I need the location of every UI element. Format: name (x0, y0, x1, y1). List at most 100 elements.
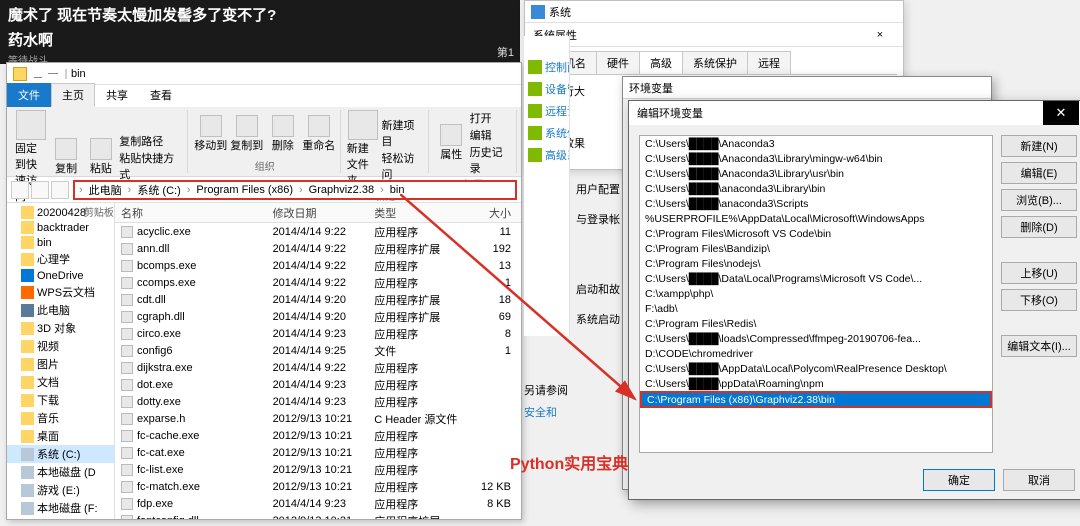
edit-text-button[interactable]: 编辑文本(I)... (1001, 335, 1077, 357)
nav-tree[interactable]: 20200428backtraderbin心理学OneDriveWPS云文档此电… (7, 203, 115, 519)
file-menu-tab[interactable]: 文件 (7, 83, 51, 107)
file-row[interactable]: dotty.exe2014/4/14 9:23应用程序 (115, 393, 521, 410)
tree-item[interactable]: 下载 (7, 391, 114, 409)
tree-item[interactable]: 3D 对象 (7, 319, 114, 337)
path-entry[interactable]: C:\Program Files (x86)\Graphviz2.38\bin (640, 391, 992, 408)
tree-item[interactable]: 游戏 (E:) (7, 481, 114, 499)
tree-item[interactable]: 本地磁盘 (D (7, 463, 114, 481)
path-entry[interactable]: C:\Users\████\Anaconda3 (640, 136, 992, 151)
cancel-button[interactable]: 取消 (1003, 469, 1075, 491)
breadcrumb-seg[interactable]: bin (386, 183, 409, 197)
explorer-titlebar[interactable]: bin (7, 63, 521, 85)
nav-up-button[interactable] (51, 181, 69, 199)
history-button[interactable]: 历史记录 (470, 144, 512, 176)
paste-shortcut-button[interactable]: 粘贴快捷方式 (119, 150, 183, 182)
file-row[interactable]: bcomps.exe2014/4/14 9:22应用程序13 (115, 257, 521, 274)
tree-item[interactable]: 图片 (7, 355, 114, 373)
tree-item[interactable]: 20200428 (7, 205, 114, 220)
address-bar-highlighted[interactable]: › 此电脑› 系统 (C:)› Program Files (x86)› Gra… (73, 180, 517, 200)
move-up-button[interactable]: 上移(U) (1001, 262, 1077, 284)
cp-sidebar-item[interactable]: 高级系 (524, 144, 569, 166)
edit-button[interactable]: 编辑(E) (1001, 162, 1077, 184)
file-row[interactable]: dijkstra.exe2014/4/14 9:22应用程序 (115, 359, 521, 376)
file-row[interactable]: fontconfig.dll2012/9/13 10:21应用程序扩展 (115, 512, 521, 519)
edit-env-titlebar[interactable]: 编辑环境变量 ✕ (629, 101, 1080, 125)
system-window-header[interactable]: 系统 (525, 1, 903, 23)
file-row[interactable]: fc-cat.exe2012/9/13 10:21应用程序 (115, 444, 521, 461)
path-entry[interactable]: C:\Program Files\nodejs\ (640, 256, 992, 271)
breadcrumb-seg[interactable]: Graphviz2.38 (305, 183, 378, 197)
tree-item[interactable]: 本地磁盘 ( (7, 517, 114, 519)
list-header[interactable]: 名称 修改日期 类型 大小 (115, 203, 521, 223)
path-entry[interactable]: C:\Users\████\AppData\Local\Polycom\Real… (640, 361, 992, 376)
delete-button[interactable]: 删除 (266, 115, 300, 153)
path-entry[interactable]: C:\Users\████\anaconda3\Library\bin (640, 181, 992, 196)
tree-item[interactable]: backtrader (7, 220, 114, 235)
copy-button[interactable]: 复制 (50, 138, 83, 176)
file-row[interactable]: fc-list.exe2012/9/13 10:21应用程序 (115, 461, 521, 478)
file-row[interactable]: cdt.dll2014/4/14 9:20应用程序扩展18 (115, 291, 521, 308)
edit-button[interactable]: 编辑 (470, 127, 512, 143)
path-entry[interactable]: %USERPROFILE%\AppData\Local\Microsoft\Wi… (640, 211, 992, 226)
breadcrumb-seg[interactable]: 系统 (C:) (133, 181, 184, 199)
file-row[interactable]: config62014/4/14 9:25文件1 (115, 342, 521, 359)
tree-item[interactable]: bin (7, 235, 114, 250)
sysprop-titlebar[interactable]: 系统属性× (525, 23, 903, 47)
tab-remote[interactable]: 远程 (747, 51, 791, 74)
path-entry[interactable]: C:\Program Files\Microsoft VS Code\bin (640, 226, 992, 241)
tree-item[interactable]: 系统 (C:) (7, 445, 114, 463)
file-row[interactable]: cgraph.dll2014/4/14 9:20应用程序扩展69 (115, 308, 521, 325)
cp-sidebar-item[interactable]: 控制面 (524, 56, 569, 78)
tree-item[interactable]: 文档 (7, 373, 114, 391)
tree-item[interactable]: 心理学 (7, 250, 114, 268)
tab-sysprotect[interactable]: 系统保护 (682, 51, 748, 74)
tree-item[interactable]: WPS云文档 (7, 283, 114, 301)
open-button[interactable]: 打开 (470, 110, 512, 126)
easy-access-button[interactable]: 轻松访问 (382, 150, 424, 182)
path-entry[interactable]: C:\Users\████\anaconda3\Scripts (640, 196, 992, 211)
file-row[interactable]: dot.exe2014/4/14 9:23应用程序 (115, 376, 521, 393)
path-listbox[interactable]: C:\Users\████\Anaconda3 C:\Users\████\Ana… (639, 135, 993, 453)
tab-advanced[interactable]: 高级 (639, 51, 683, 74)
nav-back-button[interactable] (11, 181, 29, 199)
tab-share[interactable]: 共享 (95, 83, 139, 107)
browse-button[interactable]: 浏览(B)... (1001, 189, 1077, 211)
tab-home[interactable]: 主页 (51, 83, 95, 107)
file-row[interactable]: exparse.h2012/9/13 10:21C Header 源文件 (115, 410, 521, 427)
nav-fwd-button[interactable] (31, 181, 49, 199)
new-item-button[interactable]: 新建项目 (382, 117, 424, 149)
tree-item[interactable]: 此电脑 (7, 301, 114, 319)
security-link[interactable]: 安全和 (524, 402, 568, 424)
tree-item[interactable]: 本地磁盘 (F: (7, 499, 114, 517)
copy-to-button[interactable]: 复制到 (230, 115, 264, 153)
path-entry[interactable]: C:\Users\████\ppData\Roaming\npm (640, 376, 992, 391)
path-entry[interactable]: C:\Users\████\Anaconda3\Library\usr\bin (640, 166, 992, 181)
cp-sidebar-item[interactable]: 设备管 (524, 78, 569, 100)
path-entry[interactable]: D:\CODE\chromedriver (640, 346, 992, 361)
move-down-button[interactable]: 下移(O) (1001, 289, 1077, 311)
tree-item[interactable]: OneDrive (7, 268, 114, 283)
tab-hardware[interactable]: 硬件 (596, 51, 640, 74)
close-icon[interactable]: × (865, 29, 895, 41)
properties-button[interactable]: 属性 (435, 124, 468, 162)
path-entry[interactable]: C:\Users\████\loads\Compressed\ffmpeg-20… (640, 331, 992, 346)
tree-item[interactable]: 桌面 (7, 427, 114, 445)
breadcrumb-seg[interactable]: Program Files (x86) (192, 183, 297, 197)
file-row[interactable]: fc-match.exe2012/9/13 10:21应用程序12 KB (115, 478, 521, 495)
new-button[interactable]: 新建(N) (1001, 135, 1077, 157)
move-to-button[interactable]: 移动到 (194, 115, 228, 153)
file-row[interactable]: acyclic.exe2014/4/14 9:22应用程序11 (115, 223, 521, 240)
file-row[interactable]: circo.exe2014/4/14 9:23应用程序8 (115, 325, 521, 342)
file-row[interactable]: fdp.exe2014/4/14 9:23应用程序8 KB (115, 495, 521, 512)
tree-item[interactable]: 视频 (7, 337, 114, 355)
paste-button[interactable]: 粘贴 (84, 138, 117, 176)
cp-sidebar-item[interactable]: 远程设 (524, 100, 569, 122)
file-row[interactable]: fc-cache.exe2012/9/13 10:21应用程序 (115, 427, 521, 444)
path-entry[interactable]: F:\adb\ (640, 301, 992, 316)
tree-item[interactable]: 音乐 (7, 409, 114, 427)
ok-button[interactable]: 确定 (923, 469, 995, 491)
cp-sidebar-item[interactable]: 系统保 (524, 122, 569, 144)
copy-path-button[interactable]: 复制路径 (119, 133, 183, 149)
new-folder-button[interactable]: 新建文件夹 (347, 110, 380, 188)
file-row[interactable]: ccomps.exe2014/4/14 9:22应用程序1 (115, 274, 521, 291)
